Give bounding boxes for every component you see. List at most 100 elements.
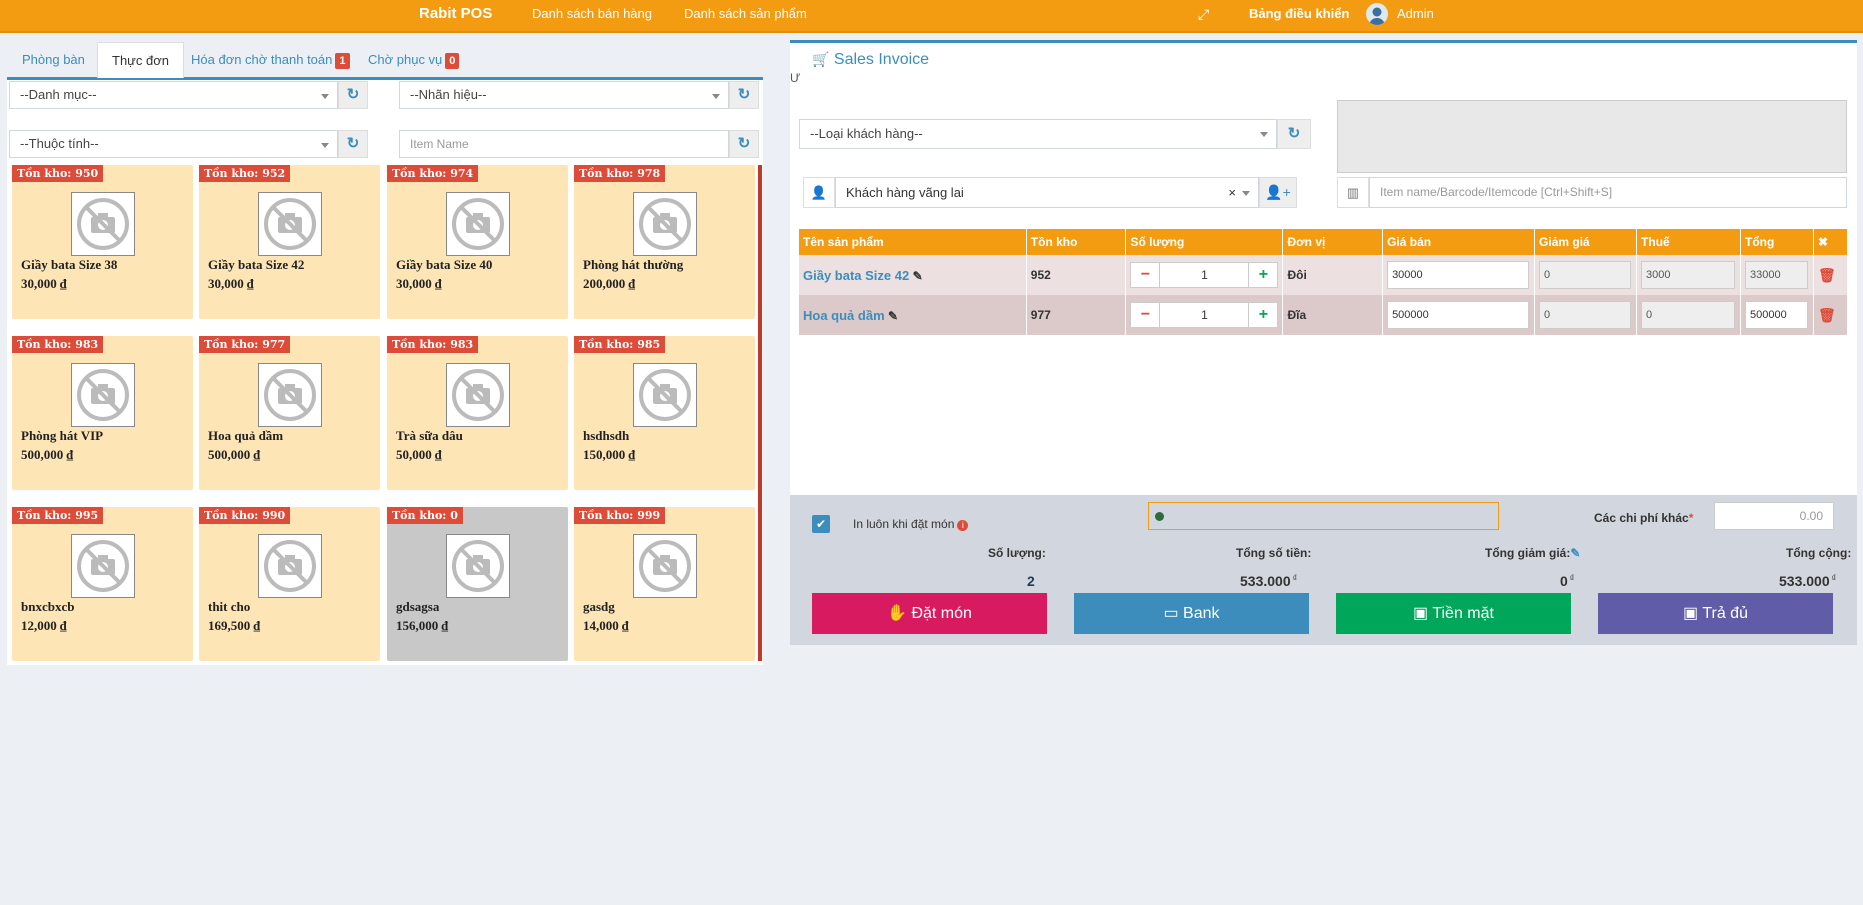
increase-button[interactable]: + — [1249, 263, 1277, 287]
quantity-cell: −1 + — [1125, 255, 1284, 295]
other-costs-input[interactable]: 0.00 — [1714, 502, 1834, 530]
category-select[interactable]: --Danh mục-- — [9, 81, 338, 109]
required-mark: * — [1688, 511, 1694, 525]
refresh-icon: ↻ — [346, 135, 360, 152]
refresh-attribute-button[interactable]: ↻ — [338, 130, 368, 158]
qty-label: Số lượng: — [988, 546, 1046, 560]
product-card[interactable]: Tồn kho: 983 Phòng hát VIP 500,000 ₫ — [12, 336, 193, 490]
scrollbar-thumb[interactable] — [758, 165, 762, 661]
quantity-stepper: −1 + — [1130, 302, 1279, 328]
product-name: thit cho — [208, 599, 251, 614]
no-image-icon — [446, 534, 510, 598]
product-card[interactable]: Tồn kho: 983 Trà sữa dâu 50,000 ₫ — [387, 336, 568, 490]
nav-product-list[interactable]: Danh sách sản phẩm — [684, 6, 807, 21]
increase-button[interactable]: + — [1249, 303, 1277, 327]
item-name-input[interactable]: Item Name — [399, 130, 729, 158]
brand-select-value: --Nhãn hiệu-- — [410, 87, 487, 102]
tax-cell: 3000 — [1636, 255, 1742, 295]
product-card[interactable]: Tồn kho: 974 Giầy bata Size 40 30,000 ₫ — [387, 165, 568, 319]
product-price: 500,000 ₫ — [208, 447, 261, 462]
cart-icon: 🛒 — [812, 51, 830, 67]
quantity-input[interactable]: 1 — [1159, 263, 1250, 287]
product-card[interactable]: Tồn kho: 977 Hoa quả dầm 500,000 ₫ — [199, 336, 380, 490]
product-card[interactable]: Tồn kho: 990 thit cho 169,500 ₫ — [199, 507, 380, 661]
product-name-cell[interactable]: Giầy bata Size 42 ✎ — [799, 255, 1027, 295]
invoice-title: Sales Invoice — [833, 51, 930, 68]
print-on-order-checkbox[interactable]: ✔ — [812, 515, 830, 533]
hand-icon: ✋ — [887, 605, 907, 622]
tab-waiting[interactable]: Chờ phục vụ 0 — [368, 42, 460, 78]
add-customer-button[interactable]: 👤+ — [1259, 177, 1297, 208]
cash-button[interactable]: ▣ Tiền mặt — [1336, 593, 1571, 634]
stock-cell: 952 — [1026, 255, 1127, 295]
no-image-icon — [633, 192, 697, 256]
clear-icon[interactable]: × — [1228, 178, 1236, 207]
product-card[interactable]: Tồn kho: 978 Phòng hát thường 200,000 ₫ — [574, 165, 755, 319]
pay-full-button[interactable]: ▣ Trả đủ — [1598, 593, 1833, 634]
nav-sales-list[interactable]: Danh sách bán hàng — [532, 6, 652, 21]
tab-tables[interactable]: Phòng bàn — [22, 42, 85, 78]
money-icon: ▣ — [1683, 605, 1699, 622]
no-image-icon — [71, 363, 135, 427]
discount-input: 0 — [1539, 261, 1632, 289]
qty-value: 2 — [1027, 573, 1035, 589]
edit-icon[interactable]: ✎ — [888, 309, 898, 323]
avatar[interactable] — [1366, 3, 1388, 25]
product-card[interactable]: Tồn kho: 952 Giầy bata Size 42 30,000 ₫ — [199, 165, 380, 319]
refresh-customer-type-button[interactable]: ↻ — [1277, 119, 1311, 149]
product-card[interactable]: Tồn kho: 985 hsdhsdh 150,000 ₫ — [574, 336, 755, 490]
col-discount: Giảm giá — [1534, 229, 1638, 255]
print-on-order-text: In luôn khi đặt món — [853, 517, 955, 531]
brand-select[interactable]: --Nhãn hiệu-- — [399, 81, 729, 109]
stock-badge: Tồn kho: 952 — [199, 165, 291, 182]
note-textarea[interactable] — [1337, 100, 1847, 173]
trash-icon[interactable]: 🗑 — [1818, 307, 1836, 323]
decrease-button[interactable]: − — [1131, 303, 1159, 327]
barcode-input[interactable]: Item name/Barcode/Itemcode [Ctrl+Shift+S… — [1369, 177, 1847, 208]
order-button[interactable]: ✋ Đặt món — [812, 593, 1047, 634]
table-row: Hoa quả dầm ✎ 977 −1 + Đĩa 500000 0 0 500… — [799, 295, 1848, 335]
grid-scrollbar[interactable] — [758, 165, 762, 661]
customer-select[interactable]: Khách hàng vãng lai × — [835, 177, 1259, 208]
product-name-cell[interactable]: Hoa quả dầm ✎ — [799, 295, 1027, 335]
stock-cell: 977 — [1026, 295, 1127, 335]
product-name-link[interactable]: Giầy bata Size 42 — [803, 268, 909, 283]
edit-icon[interactable]: ✎ — [913, 269, 923, 283]
total-amount: 533.000 ₫ — [1240, 573, 1297, 589]
edit-icon[interactable]: ✎ — [1570, 546, 1580, 560]
info-icon[interactable]: i — [957, 520, 969, 531]
user-name[interactable]: Admin — [1397, 6, 1434, 21]
product-card[interactable]: Tồn kho: 995 bnxcbxcb 12,000 ₫ — [12, 507, 193, 661]
total-cell: 500000 — [1740, 295, 1814, 335]
fullscreen-icon[interactable]: ⤢ — [1198, 6, 1209, 23]
check-icon: ✔ — [815, 517, 827, 531]
product-card[interactable]: Tồn kho: 999 gasdg 14,000 ₫ — [574, 507, 755, 661]
price-input[interactable]: 30000 — [1387, 261, 1530, 289]
quantity-input[interactable]: 1 — [1159, 303, 1250, 327]
bank-button[interactable]: ▭ Bank — [1074, 593, 1309, 634]
customer-type-select[interactable]: --Loại khách hàng-- — [799, 119, 1277, 149]
nav-dashboard[interactable]: Bảng điều khiển — [1249, 6, 1349, 21]
decrease-button[interactable]: − — [1131, 263, 1159, 287]
price-input[interactable]: 500000 — [1387, 301, 1530, 329]
tab-menu[interactable]: Thực đơn — [97, 42, 184, 78]
delete-cell: 🗑 — [1813, 255, 1848, 295]
no-image-icon — [71, 192, 135, 256]
stock-badge: Tồn kho: 950 — [12, 165, 104, 182]
product-name-link[interactable]: Hoa quả dầm — [803, 308, 885, 323]
refresh-category-button[interactable]: ↻ — [338, 81, 368, 109]
refresh-icon: ↻ — [737, 86, 751, 103]
grand-total: 533.000 ₫ — [1779, 573, 1836, 589]
attribute-select[interactable]: --Thuộc tính-- — [9, 130, 338, 158]
tab-pending-invoices[interactable]: Hóa đơn chờ thanh toán 1 — [191, 42, 350, 78]
other-costs-text: Các chi phí khác — [1594, 511, 1689, 525]
product-card[interactable]: Tồn kho: 0 gdsagsa 156,000 ₫ — [387, 507, 568, 661]
brand-logo[interactable]: Rabit POS — [419, 5, 492, 22]
trash-icon[interactable]: 🗑 — [1818, 267, 1836, 283]
other-costs-label: Các chi phí khác* — [1594, 511, 1693, 525]
refresh-item-button[interactable]: ↻ — [729, 130, 759, 158]
quantity-cell: −1 + — [1125, 295, 1284, 335]
product-card[interactable]: Tồn kho: 950 Giầy bata Size 38 30,000 ₫ — [12, 165, 193, 319]
tab-pending-label: Hóa đơn chờ thanh toán — [191, 52, 333, 67]
refresh-brand-button[interactable]: ↻ — [729, 81, 759, 109]
